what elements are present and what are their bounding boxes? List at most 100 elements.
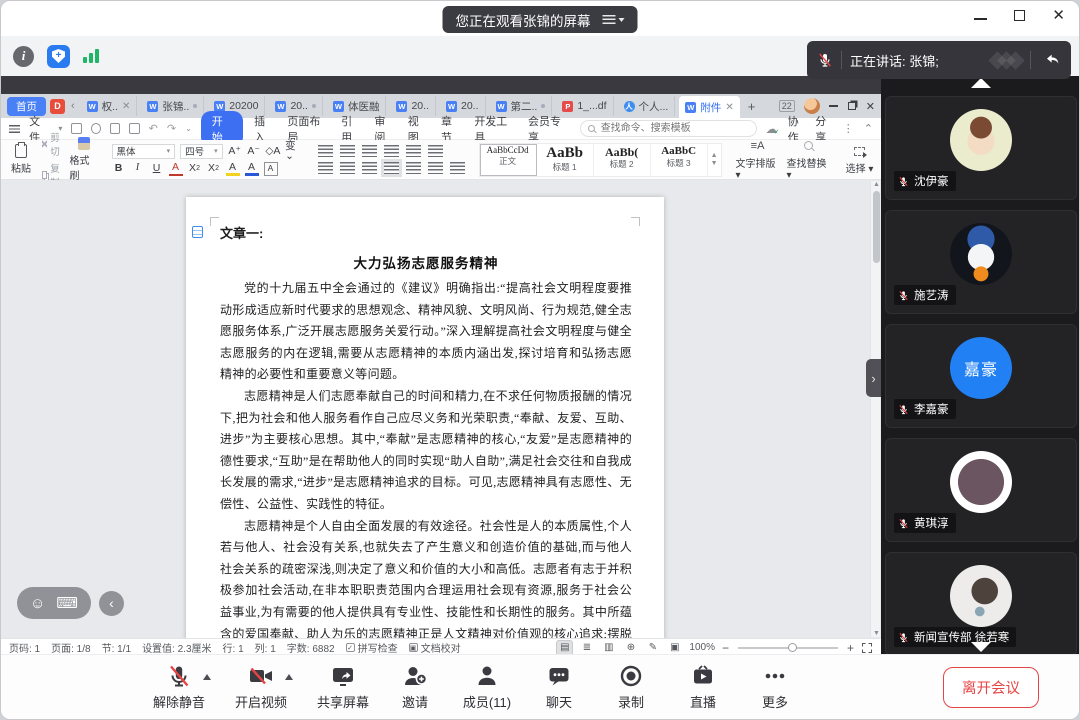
reply-arrow-icon[interactable] — [1045, 52, 1061, 68]
meeting-window: 您正在观看张锦的屏幕 ✕ i + 正在讲话: 张锦; 首页 D — [0, 0, 1080, 720]
wps-document-area: 文章一: 大力弘扬志愿服务精神 党的十九届五中全会通过的《建议》明确指出:“提高… — [1, 180, 881, 638]
participant-tile[interactable]: 施艺涛 — [885, 210, 1077, 314]
scroll-down-arrow[interactable] — [971, 642, 991, 652]
video-options-caret[interactable] — [285, 674, 293, 680]
style-gallery-spinner: ▲▼ — [708, 144, 721, 176]
participant-tile[interactable]: 沈伊豪 — [885, 96, 1077, 200]
hamburger-icon — [9, 125, 20, 133]
paste-icon — [15, 144, 27, 158]
borders-icon — [450, 162, 465, 174]
network-signal-icon[interactable] — [83, 49, 99, 63]
status-page-count: 页面: 1/8 — [51, 640, 90, 655]
doc-lead: 文章一: — [220, 223, 632, 242]
unmute-button[interactable]: 解除静音 — [143, 664, 215, 711]
banner-menu-icon[interactable] — [603, 15, 625, 24]
more-button[interactable]: 更多 — [739, 664, 811, 711]
font-shrink-icon: A⁻ — [247, 144, 261, 158]
mic-options-caret[interactable] — [203, 674, 211, 680]
caption-keyboard-icon[interactable]: ⌨ — [56, 594, 78, 612]
search-icon — [588, 125, 595, 132]
font-style-icon: A — [169, 162, 183, 176]
participant-tile[interactable]: 新闻宣传部 徐若寒 — [885, 552, 1077, 656]
tab-scroll-left-icon: ‹ — [69, 100, 77, 112]
phonetic-guide-icon: 变⌄ — [285, 144, 303, 158]
muted-mic-icon — [898, 176, 909, 187]
doc-tab-account: 人个人... — [618, 96, 676, 116]
status-section: 节: 1/1 — [102, 640, 131, 655]
participants-sidebar: 沈伊豪 施艺涛 嘉豪 李嘉豪 黄琪淳 新闻宣传部 徐若寒 — [881, 76, 1080, 656]
camera-off-icon — [248, 664, 274, 688]
members-button[interactable]: 成员(11) — [451, 664, 523, 711]
more-dots-icon — [763, 664, 787, 688]
zoom-slider — [738, 647, 838, 649]
speaking-label: 正在讲话: 张锦; — [850, 51, 939, 70]
start-video-button[interactable]: 开启视频 — [225, 664, 297, 711]
scrollbar-up-icon: ▲ — [873, 181, 880, 188]
chat-bubble-icon — [547, 664, 571, 688]
scroll-up-arrow[interactable] — [971, 78, 991, 88]
doc-paragraph: 党的十九届五中全会通过的《建议》明确指出:“提高社会文明程度要推动形成适应新时代… — [220, 278, 632, 386]
tab-count-badge: 22 — [779, 100, 795, 112]
doc-tab: W权..✕ — [81, 96, 138, 116]
highlight-icon: A — [226, 162, 240, 176]
record-button[interactable]: 录制 — [595, 664, 667, 711]
doc-paragraph: 志愿精神是人们志愿奉献自己的时间和精力,在不求任何物质报酬的情况下,把为社会和他… — [220, 386, 632, 516]
format-painter-button: 格式刷 — [70, 137, 98, 182]
muted-mic-icon — [167, 664, 191, 688]
doc-tab-active: W附件✕ — [679, 96, 739, 118]
close-button[interactable]: ✕ — [1052, 8, 1065, 23]
subscript-icon: X2 — [207, 162, 221, 176]
doc-title: 大力弘扬志愿服务精神 — [220, 252, 632, 272]
collapse-quickbar-icon[interactable]: ‹ — [99, 591, 124, 616]
live-stream-button[interactable]: 直播 — [667, 664, 739, 711]
avatar: 嘉豪 — [950, 337, 1012, 399]
meeting-info-icon[interactable]: i — [13, 46, 34, 67]
wps-docer-icon: D — [50, 99, 65, 114]
floating-toolbar[interactable]: ☺ ⌨ ‹ — [17, 587, 124, 619]
participant-tile[interactable]: 黄琪淳 — [885, 438, 1077, 542]
record-icon — [619, 664, 643, 688]
page-view-icon: ▤ — [557, 641, 572, 655]
share-screen-button[interactable]: 共享屏幕 — [307, 664, 379, 711]
live-tv-icon — [691, 664, 715, 688]
minimize-button[interactable] — [974, 18, 987, 20]
cloud-sync-icon: ☁ — [766, 122, 778, 136]
web-view-icon: ⊕ — [623, 641, 638, 655]
screen-watch-banner[interactable]: 您正在观看张锦的屏幕 — [443, 6, 638, 33]
number-list-icon — [340, 145, 355, 157]
participant-tile[interactable]: 嘉豪 李嘉豪 — [885, 324, 1077, 428]
tab-close-icon: ✕ — [725, 102, 733, 113]
output-icon — [91, 123, 101, 134]
leave-meeting-button[interactable]: 离开会议 — [943, 667, 1039, 708]
undo-icon: ↶ — [149, 122, 158, 135]
fullscreen-icon — [861, 642, 873, 654]
chat-button[interactable]: 聊天 — [523, 664, 595, 711]
superscript-icon: X2 — [188, 162, 202, 176]
style-heading2: AaBb(标题 2 — [594, 144, 651, 176]
muted-mic-icon — [817, 52, 833, 68]
avatar — [950, 223, 1012, 285]
cut-button: 剪切 — [42, 130, 63, 158]
maximize-button[interactable] — [1014, 10, 1025, 21]
ribbon-collapse-icon: ⌃ — [864, 122, 873, 135]
avatar-initials: 嘉豪 — [964, 356, 998, 380]
underline-icon: U — [150, 162, 164, 176]
align-left-icon — [318, 162, 333, 174]
shading-icon — [428, 162, 443, 174]
emoji-reaction-icon[interactable]: ☺ — [30, 595, 45, 612]
members-icon — [475, 664, 499, 688]
wps-restore-icon — [848, 102, 856, 110]
avatar — [950, 109, 1012, 171]
muted-mic-icon — [898, 632, 909, 643]
security-shield-icon[interactable]: + — [47, 45, 70, 68]
scrollbar-thumb — [873, 191, 880, 263]
wps-menubar: 文件▾ ↶ ↷ ⌄ 开始 插入 页面布局 引用 审阅 视图 章节 开发工具 — [1, 118, 881, 140]
muted-mic-icon — [898, 404, 909, 415]
sort-icon — [428, 145, 443, 157]
participant-name: 黄琪淳 — [914, 515, 949, 531]
sidebar-collapse-handle[interactable]: › — [866, 359, 881, 397]
shared-screen-video[interactable]: 首页 D ‹ W权..✕ W张锦.. W20200 W20.. W体医融 W20… — [1, 76, 881, 656]
invite-button[interactable]: 邀请 — [379, 664, 451, 711]
status-line: 行: 1 — [223, 640, 244, 655]
paste-button: 粘贴 — [7, 144, 35, 175]
